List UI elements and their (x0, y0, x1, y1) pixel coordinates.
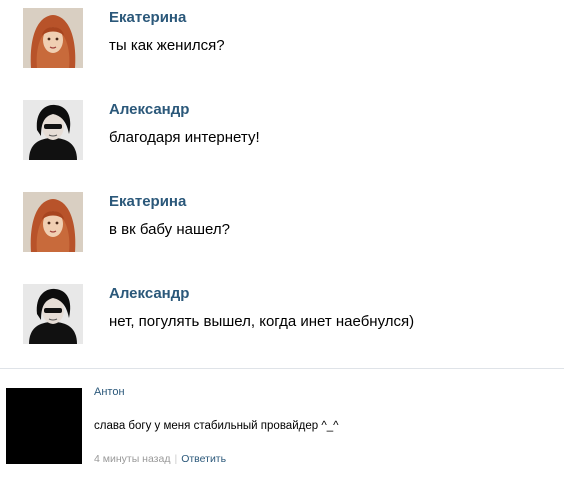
comment: Антон слава богу у меня стабильный прова… (6, 380, 558, 470)
divider (0, 368, 564, 369)
reply-link[interactable]: Ответить (181, 453, 226, 465)
message-text: благодаря интернету! (109, 129, 260, 146)
message-text: ты как женился? (109, 37, 225, 54)
dark-haired-man-icon (23, 100, 83, 160)
message-item: Александр благодаря интернету! (23, 100, 553, 164)
message-author[interactable]: Екатерина (109, 193, 186, 210)
message-author[interactable]: Александр (109, 101, 189, 118)
red-haired-woman-icon (23, 192, 83, 252)
avatar[interactable] (23, 8, 83, 68)
comment-meta: 4 минуты назад | Ответить (94, 453, 226, 465)
red-haired-woman-icon (23, 8, 83, 68)
comment-author[interactable]: Антон (94, 386, 125, 398)
message-author[interactable]: Екатерина (109, 9, 186, 26)
avatar[interactable] (23, 100, 83, 160)
message-text: в вк бабу нашел? (109, 221, 230, 238)
message-text: нет, погулять вышел, когда инет наебнулс… (109, 313, 415, 330)
meta-separator: | (174, 453, 178, 465)
message-item: Александр нет, погулять вышел, когда ине… (23, 284, 553, 348)
message-item: Екатерина ты как женился? (23, 8, 553, 72)
comment-text: слава богу у меня стабильный провайдер ^… (94, 420, 339, 432)
message-item: Екатерина в вк бабу нашел? (23, 192, 553, 256)
comment-time[interactable]: 4 минуты назад (94, 453, 170, 465)
avatar[interactable] (23, 192, 83, 252)
avatar[interactable] (23, 284, 83, 344)
avatar[interactable] (6, 388, 82, 464)
dark-haired-man-icon (23, 284, 83, 344)
message-author[interactable]: Александр (109, 285, 189, 302)
